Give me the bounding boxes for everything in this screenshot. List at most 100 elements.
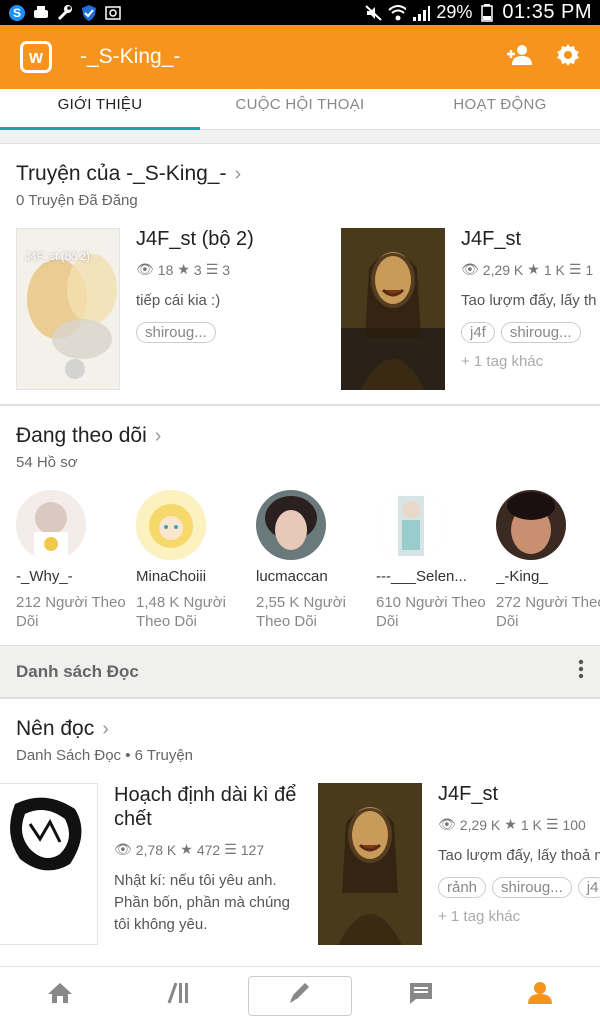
avatar — [16, 490, 86, 560]
story-card[interactable]: J4F_st 👁 2,29 K ★ 1 K ☰ 1 Tao lượm đấy, … — [341, 228, 600, 390]
settings-gear-icon[interactable] — [556, 43, 580, 72]
followed-profile[interactable]: MinaChoiii 1,48 K Người Theo Dõi — [136, 490, 246, 631]
printer-icon — [32, 4, 50, 22]
profile-followers: 610 Người Theo Dõi — [376, 594, 486, 630]
profile-followers: 1,48 K Người Theo Dõi — [136, 594, 226, 630]
cover-overlay-text: J4F_st (bộ 2) — [25, 251, 90, 263]
story-description: Nhật kí: nếu tôi yêu anh. Phần bốn, phần… — [114, 872, 290, 933]
story-tag[interactable]: shiroug... — [492, 877, 572, 898]
more-tags-link[interactable]: + 1 tag khác — [461, 353, 600, 370]
tab-activity[interactable]: HOẠT ĐỘNG — [400, 89, 600, 129]
story-title: J4F_st (bộ 2) — [136, 228, 254, 250]
recommended-section-header[interactable]: Nên đọc › — [16, 717, 600, 741]
story-stats: 👁 2,29 K ★ 1 K ☰ 1 — [461, 261, 600, 278]
tab-about[interactable]: GIỚI THIỆU — [0, 89, 200, 130]
story-tag[interactable]: rảnh — [438, 877, 487, 898]
profile-name: ---___Selen... — [376, 568, 467, 585]
wifi-icon — [388, 4, 407, 22]
followed-profile[interactable]: _-King_ 272 Người Theo Dõi — [496, 490, 600, 631]
stories-section-header[interactable]: Truyện của -_S-King_- › — [16, 162, 600, 186]
story-parts: 100 — [562, 816, 586, 833]
story-cover — [0, 783, 98, 945]
avatar — [376, 490, 446, 560]
status-notifications: S — [8, 4, 122, 22]
story-parts: 1 — [585, 261, 594, 278]
story-votes: 1 K — [543, 261, 565, 278]
wattpad-logo-icon[interactable]: w — [20, 41, 52, 73]
list-icon: ☰ — [224, 841, 237, 857]
tab-conversations[interactable]: CUỘC HỘI THOẠI — [200, 89, 400, 129]
eye-icon: 👁 — [438, 816, 456, 832]
story-tag[interactable]: j4 — [577, 877, 600, 898]
vpn-shield-icon — [80, 4, 98, 22]
star-icon: ★ — [504, 816, 517, 832]
story-title: Hoạch định dài kì để chết — [114, 784, 297, 830]
following-count: 54 Hồ sơ — [16, 454, 78, 471]
svg-text:S: S — [13, 6, 21, 20]
library-icon — [166, 981, 192, 1010]
app-bar: w -_S-King_- — [0, 25, 600, 89]
wrench-icon — [56, 4, 74, 22]
nav-home-button[interactable] — [10, 976, 110, 1016]
eye-icon: 👁 — [461, 261, 479, 277]
story-card[interactable]: Hoạch định dài kì để chết 👁 2,78 K ★ 472… — [0, 783, 304, 945]
profile-followers: 272 Người Theo Dõi — [496, 594, 600, 630]
profile-name: lucmaccan — [256, 568, 328, 585]
profile-name: -_Why_- — [16, 568, 73, 585]
overflow-menu-icon[interactable] — [578, 659, 584, 684]
stories-section-title: Truyện của -_S-King_- — [16, 162, 227, 185]
story-description: tiếp cái kia :) — [136, 292, 221, 309]
story-views: 18 — [157, 261, 174, 278]
following-section-header[interactable]: Đang theo dõi › — [16, 424, 600, 448]
profile-tabs: GIỚI THIỆU CUỘC HỘI THOẠI HOẠT ĐỘNG — [0, 89, 600, 130]
clock: 01:35 PM — [502, 1, 592, 23]
star-icon: ★ — [527, 261, 540, 277]
story-tag[interactable]: shiroug... — [136, 322, 216, 343]
story-tag[interactable]: j4f — [461, 322, 495, 343]
chevron-right-icon: › — [154, 424, 162, 447]
avatar — [136, 490, 206, 560]
screenshot-icon — [104, 4, 122, 22]
profile-followers: 212 Người Theo Dõi — [16, 594, 126, 630]
list-icon: ☰ — [545, 816, 559, 832]
nav-messages-button[interactable] — [371, 976, 471, 1016]
profile-icon — [527, 981, 553, 1010]
story-cover — [341, 228, 445, 390]
recommended-section: Nên đọc › Danh Sách Đọc • 6 Truyện Hoạch… — [0, 698, 600, 966]
nav-profile-button[interactable] — [490, 976, 590, 1016]
eye-icon: 👁 — [114, 841, 132, 857]
story-stats: 👁 2,78 K ★ 472 ☰ 127 — [114, 841, 304, 858]
reading-list-title: Danh sách Đọc — [16, 661, 139, 681]
story-cover — [318, 783, 422, 945]
recommended-section-title: Nên đọc — [16, 717, 95, 740]
list-icon: ☰ — [568, 261, 582, 277]
profile-followers: 2,55 K Người Theo Dõi — [256, 594, 346, 630]
avatar — [256, 490, 326, 560]
reading-list-header: Danh sách Đọc — [0, 646, 600, 698]
story-votes: 1 K — [520, 816, 542, 833]
story-card[interactable]: J4F_st 👁 2,29 K ★ 1 K ☰ 100 Tao lượm đấy… — [318, 783, 600, 945]
more-tags-link[interactable]: + 1 tag khác — [438, 908, 600, 925]
followed-profile[interactable]: -_Why_- 212 Người Theo Dõi — [16, 490, 126, 631]
following-section-title: Đang theo dõi — [16, 424, 147, 447]
story-views: 2,29 K — [482, 261, 524, 278]
chevron-right-icon: › — [102, 717, 109, 740]
nav-write-button[interactable] — [247, 975, 352, 1016]
story-parts: 3 — [222, 261, 231, 278]
nav-library-button[interactable] — [129, 976, 229, 1016]
story-card[interactable]: J4F_st (bộ 2) J4F_st (bộ 2) 👁 18 ★ 3 ☰ 3… — [16, 228, 336, 390]
story-stats: 👁 2,29 K ★ 1 K ☰ 100 — [438, 816, 600, 833]
story-description: Tao lượm đấy, lấy th mái — [461, 292, 600, 309]
message-icon — [408, 981, 434, 1010]
skype-icon: S — [8, 4, 26, 22]
mute-icon — [364, 4, 383, 22]
story-votes: 3 — [193, 261, 202, 278]
battery-icon — [478, 3, 496, 22]
followed-profile[interactable]: lucmaccan 2,55 K Người Theo Dõi — [256, 490, 366, 631]
story-tag[interactable]: shiroug... — [500, 322, 581, 343]
stories-section: Truyện của -_S-King_- › 0 Truyện Đã Đăng… — [0, 143, 600, 405]
story-title: J4F_st — [461, 228, 522, 250]
story-parts: 127 — [240, 841, 265, 858]
followed-profile[interactable]: ---___Selen... 610 Người Theo Dõi — [376, 490, 486, 631]
follow-user-icon[interactable] — [506, 43, 534, 72]
